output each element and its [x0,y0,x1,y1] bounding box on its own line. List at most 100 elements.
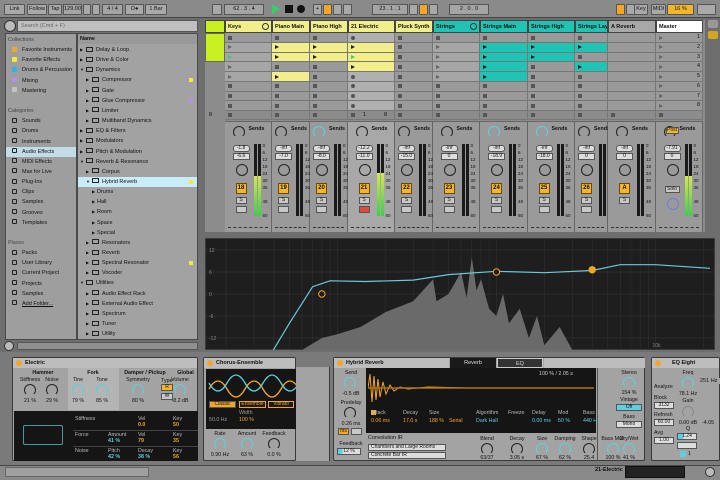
browser-item[interactable]: ▶ Utility [78,329,197,339]
solo-button[interactable]: S [278,197,289,204]
grid-cell-value[interactable]: 0.0 [138,422,145,428]
play-icon[interactable] [531,45,535,50]
vintage-select[interactable]: Off [616,404,642,411]
clip-slot[interactable]: 5 [656,72,703,82]
type-w-button[interactable]: W [161,393,173,400]
peak-level[interactable]: -inf [440,145,458,152]
browser-item[interactable]: ▶ Spectrum [78,309,197,319]
solo-button[interactable]: S [538,197,550,204]
device-power-icon[interactable] [207,360,213,366]
hybrid-tab-reverb[interactable]: Reverb [450,358,496,368]
browser-item[interactable]: ▶ Modulators [78,136,197,146]
send-a-knob[interactable] [398,126,410,138]
clip-slot[interactable] [608,52,656,63]
chevron-right-icon[interactable]: ▶ [80,136,85,146]
clip-slot[interactable] [395,42,433,53]
clip-slot[interactable] [528,62,575,72]
category-item[interactable]: Templates [6,218,76,228]
send-a-knob[interactable] [616,126,628,138]
clip-slot[interactable] [608,81,656,92]
browser-item[interactable]: ▶ Tuner [78,319,197,329]
chevron-right-icon[interactable]: ▶ [86,238,91,248]
clip-slot[interactable] [433,72,480,82]
clip-slot[interactable] [310,62,348,72]
volume-field[interactable]: -7.0 [275,153,292,160]
volume-field[interactable]: -11.0 [355,153,373,160]
automation-arm-icon[interactable] [323,4,332,15]
play-icon[interactable] [228,55,232,59]
clip-slot[interactable] [272,42,310,53]
browser-item[interactable]: ▼ Reverb & Resonance [78,157,197,167]
stop-icon[interactable] [398,64,402,69]
clip-slot[interactable] [575,33,608,43]
clip-slot[interactable] [348,81,395,92]
stop-icon[interactable] [228,94,232,98]
browser-item[interactable]: ▶ Limiter [78,106,197,116]
clip-slot[interactable] [608,42,656,53]
clip-slot[interactable] [272,72,310,82]
solo-button[interactable]: S [491,197,502,204]
arm-button[interactable] [538,206,550,213]
peak-level[interactable]: -inf [488,145,505,152]
stop-icon[interactable] [531,35,535,40]
clip-slot[interactable] [310,52,348,63]
play-icon[interactable] [351,55,355,59]
browser-item[interactable]: ▼ Dynamics [78,65,197,75]
crossfade-assign[interactable] [275,226,306,229]
peak-level[interactable]: -inf [535,145,553,152]
chevron-right-icon[interactable]: ▶ [80,147,85,157]
loop-icon[interactable] [419,4,428,15]
solo-cue-button[interactable]: Solo [664,186,680,193]
clip-slot[interactable] [348,101,395,111]
track-activator-button[interactable]: 21 [358,183,370,194]
nudge-down-icon[interactable] [83,4,91,15]
clip-slot[interactable]: 7 [656,91,703,102]
clip-slot[interactable] [575,81,608,92]
stop-icon[interactable] [436,94,440,98]
stop-icon[interactable] [313,35,317,40]
play-icon[interactable] [578,64,582,69]
chevron-right-icon[interactable]: ▶ [86,96,91,106]
category-item[interactable]: Grooves [6,208,76,218]
eq-band-handle[interactable] [588,266,596,274]
algorithm-value[interactable]: Dark Hall [476,418,498,424]
stop-icon[interactable] [275,103,279,108]
place-item[interactable]: Projects [6,279,76,289]
q-field[interactable]: 1.24 [677,433,697,440]
play-icon[interactable] [228,45,232,50]
clip-slot[interactable] [528,52,575,63]
chevron-right-icon[interactable]: ▶ [86,248,91,258]
view-toggle-icon[interactable] [708,20,718,28]
arm-button[interactable] [358,206,370,213]
stop-all-icon[interactable] [659,113,663,117]
loop-length-field[interactable]: 2 . 0 . 0 [449,4,489,15]
track-header[interactable]: Piano Main [272,20,310,33]
stop-icon[interactable] [531,64,535,69]
arm-button[interactable] [278,206,289,213]
hide-detail-icon[interactable] [705,467,715,477]
block-select[interactable]: 3132 [654,402,674,409]
category-item[interactable]: Instruments [6,137,76,147]
chevron-right-icon[interactable]: ▶ [80,55,85,65]
stop-icon[interactable] [578,35,582,40]
draw-mode-icon[interactable] [616,4,625,15]
volume-field[interactable]: -18.0 [535,153,553,160]
clip-slot[interactable] [575,52,608,63]
clip-slot[interactable] [348,62,395,72]
tempo-field[interactable]: 129.00 [63,4,82,15]
decay-value[interactable]: 17.0 s [403,418,417,424]
mixer-toggle-icon[interactable] [708,31,718,39]
stop-icon[interactable] [436,103,440,108]
browser-item[interactable]: ▶ Special [78,228,197,238]
clip-slot[interactable] [310,101,348,111]
chevron-right-icon[interactable]: ▶ [86,75,91,85]
browser-item[interactable]: ▶ Space [78,218,197,228]
send-a-knob[interactable] [275,126,287,138]
stop-icon[interactable] [578,94,582,98]
mod-value[interactable]: 50 % [558,418,570,424]
device-power-icon[interactable] [655,360,661,366]
post-button[interactable]: Post [665,127,679,134]
param-knob[interactable] [132,384,144,396]
crossfade-assign[interactable] [228,226,268,229]
stop-icon[interactable] [275,64,279,69]
